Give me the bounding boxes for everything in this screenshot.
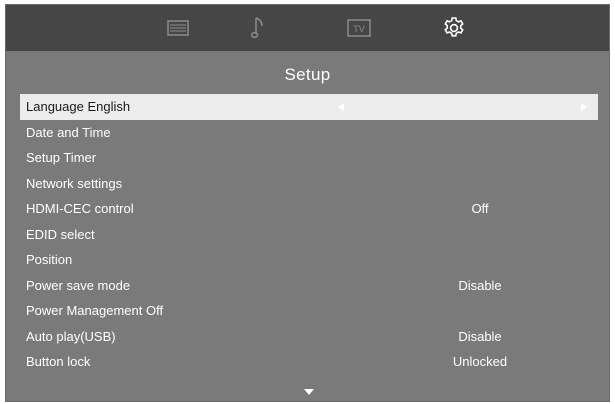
sound-icon[interactable] xyxy=(238,14,278,42)
menu-item-label: Button lock xyxy=(26,354,91,369)
menu-item-language[interactable]: Language English xyxy=(20,94,598,120)
category-tab-bar: TV xyxy=(6,5,609,51)
settings-gear-icon[interactable] xyxy=(434,14,474,42)
menu-item-label: Language English xyxy=(26,99,131,114)
picture-icon[interactable] xyxy=(158,14,198,42)
menu-item-label: HDMI-CEC control xyxy=(26,201,134,216)
menu-item-value: Off xyxy=(471,201,489,216)
menu-item-label: Network settings xyxy=(26,175,123,191)
page-title: Setup xyxy=(284,65,331,84)
scroll-down-arrow-icon[interactable] xyxy=(304,389,314,395)
menu-item-date-and-time[interactable]: Date and Time xyxy=(20,120,598,146)
arrow-left-icon[interactable] xyxy=(338,103,344,111)
menu-item-button-lock[interactable]: Button lock Unlocked xyxy=(20,349,598,375)
menu-item-label: Power save mode xyxy=(26,277,131,293)
menu-item-hdmi-cec-control[interactable]: HDMI-CEC control Off xyxy=(20,196,598,222)
menu-item-setup-timer[interactable]: Setup Timer xyxy=(20,145,598,171)
menu-item-auto-play-usb[interactable]: Auto play(USB) Disable xyxy=(20,324,598,350)
menu-item-label: Auto play(USB) xyxy=(26,328,116,344)
menu-item-label: Date and Time xyxy=(26,124,111,140)
menu-item-network-settings[interactable]: Network settings xyxy=(20,171,598,197)
setup-menu-list: Language English Date and Time Setup Tim… xyxy=(20,94,598,375)
menu-item-power-management[interactable]: Power Management Off xyxy=(20,298,598,324)
menu-item-label: Position xyxy=(26,252,73,267)
tv-menu-frame: TV Setup Language English Date and Time … xyxy=(5,4,610,402)
tv-icon[interactable]: TV xyxy=(339,14,379,42)
menu-item-label: Setup Timer xyxy=(26,150,97,165)
menu-item-position[interactable]: Position xyxy=(20,247,598,273)
menu-item-label: EDID select xyxy=(26,226,95,242)
menu-item-value: Unlocked xyxy=(452,354,508,369)
arrow-right-icon[interactable] xyxy=(581,103,587,111)
menu-item-label: Power Management Off xyxy=(26,303,164,318)
menu-item-value: Disable xyxy=(458,277,502,293)
menu-item-power-save-mode[interactable]: Power save mode Disable xyxy=(20,273,598,299)
menu-item-edid-select[interactable]: EDID select xyxy=(20,222,598,248)
menu-item-value: Disable xyxy=(458,328,502,344)
tv-icon-label: TV xyxy=(353,24,365,34)
